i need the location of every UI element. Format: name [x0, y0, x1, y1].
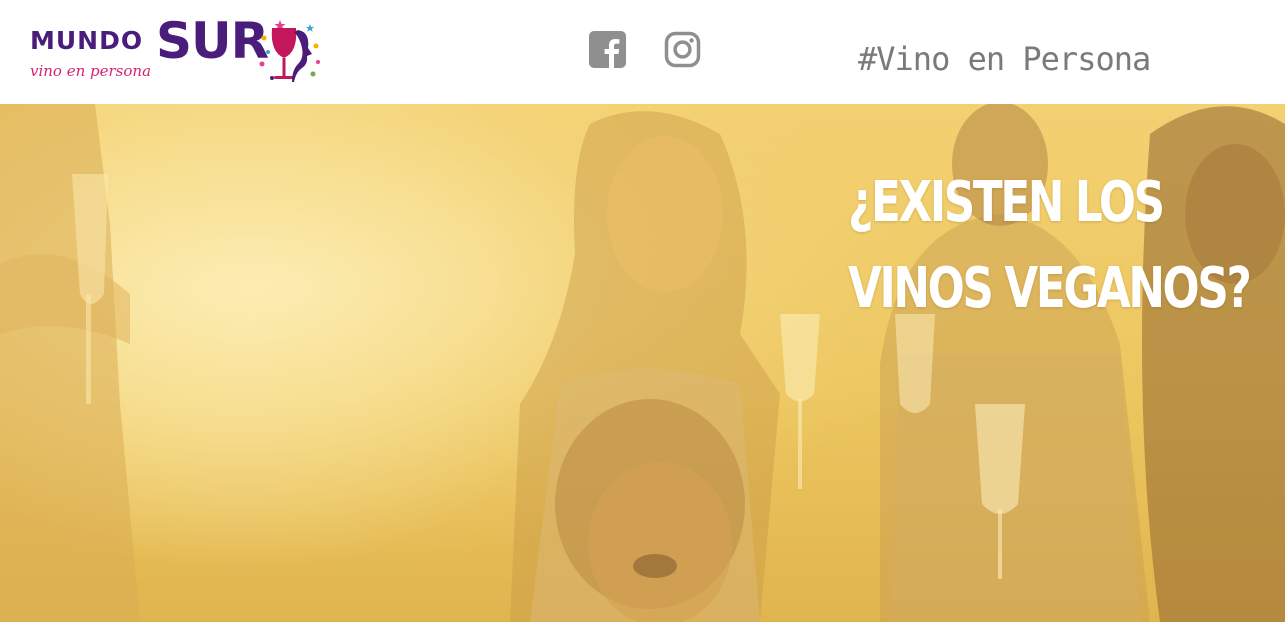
- hashtag-slogan: #Vino en Persona: [858, 40, 1151, 78]
- logo-word-mundo: MUNDO: [30, 26, 144, 55]
- hero-headline-line2: VINOS VEGANOS?: [848, 256, 1252, 321]
- facebook-link[interactable]: [589, 31, 626, 68]
- instagram-icon: [664, 31, 701, 68]
- instagram-link[interactable]: [664, 31, 701, 68]
- hero-headline-line1: ¿EXISTEN LOS: [848, 170, 1165, 235]
- mundosur-logo[interactable]: MUNDO SUR vino en persona: [30, 12, 330, 88]
- wine-glass-face-icon: [259, 20, 320, 82]
- hero-banner: ¿EXISTEN LOS VINOS VEGANOS?: [0, 104, 1285, 622]
- logo-word-sur: SUR: [156, 12, 269, 70]
- facebook-icon: [589, 31, 626, 68]
- hero-headline: ¿EXISTEN LOS VINOS VEGANOS?: [848, 160, 1252, 332]
- site-header: MUNDO SUR vino en persona #Vino en Perso…: [0, 0, 1285, 104]
- logo-tagline: vino en persona: [30, 62, 152, 80]
